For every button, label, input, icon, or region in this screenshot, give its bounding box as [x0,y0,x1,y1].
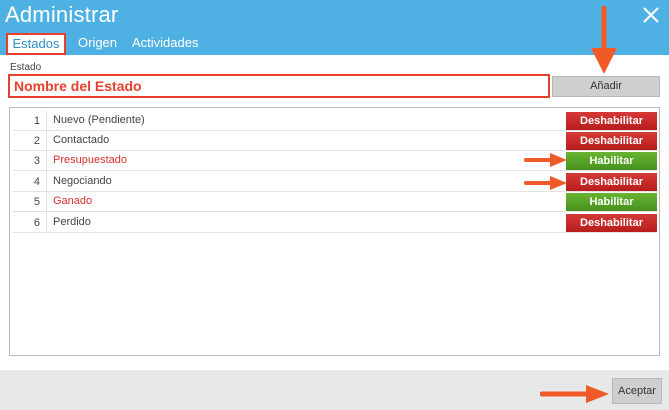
row-number: 5 [13,192,47,212]
title-bar: Administrar [0,0,669,30]
table-row: 5 Ganado Habilitar [13,192,657,212]
row-number: 1 [13,111,47,131]
disable-button[interactable]: Deshabilitar [566,173,657,191]
tab-bar: Estados Origen Actividades [0,30,669,55]
arrow-icon [591,6,617,74]
table-row: 6 Perdido Deshabilitar [13,213,657,233]
arrow-icon [540,385,609,403]
arrow-icon [524,176,567,190]
window-title: Administrar [5,2,119,27]
state-name-input[interactable] [8,74,550,98]
row-state-name: Ganado [53,195,93,207]
enable-button[interactable]: Habilitar [566,193,657,211]
state-field-label: Estado [10,62,42,73]
row-state-name: Negociando [53,175,112,187]
arrow-icon [524,153,567,167]
enable-button[interactable]: Habilitar [566,152,657,170]
row-state-name: Presupuestado [53,154,127,166]
row-state-name: Contactado [53,134,110,146]
row-state-name: Nuevo (Pendiente) [53,114,145,126]
table-row: 2 Contactado Deshabilitar [13,131,657,151]
tab-origen[interactable]: Origen [78,35,117,50]
tab-estados[interactable]: Estados [6,33,66,55]
table-row: 1 Nuevo (Pendiente) Deshabilitar [13,111,657,131]
row-state-name: Perdido [53,216,91,228]
tab-actividades[interactable]: Actividades [132,35,198,50]
add-button[interactable]: Añadir [552,76,660,97]
disable-button[interactable]: Deshabilitar [566,132,657,150]
states-list: 1 Nuevo (Pendiente) Deshabilitar 2 Conta… [9,107,660,356]
disable-button[interactable]: Deshabilitar [566,214,657,232]
row-number: 6 [13,213,47,233]
disable-button[interactable]: Deshabilitar [566,112,657,130]
row-number: 4 [13,172,47,192]
row-number: 3 [13,151,47,171]
close-icon[interactable] [640,4,662,26]
accept-button[interactable]: Aceptar [612,378,662,404]
row-number: 2 [13,131,47,151]
